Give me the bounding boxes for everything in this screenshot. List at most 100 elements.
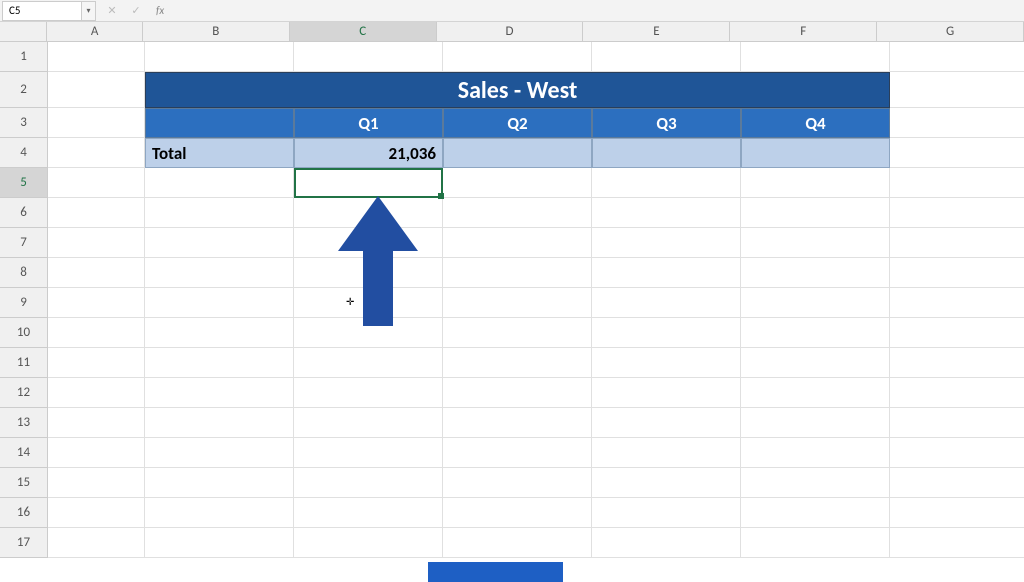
cell-E12[interactable] [592, 378, 741, 408]
cell-G7[interactable] [890, 228, 1024, 258]
fx-icon[interactable]: fx [156, 4, 164, 17]
cell-G17[interactable] [890, 528, 1024, 558]
cell-B3[interactable] [145, 108, 294, 138]
cell-A11[interactable] [48, 348, 145, 378]
row-header-13[interactable]: 13 [0, 408, 48, 438]
col-header-G[interactable]: G [877, 22, 1024, 42]
col-header-C[interactable]: C [290, 22, 437, 42]
cell-A12[interactable] [48, 378, 145, 408]
cell-B8[interactable] [145, 258, 294, 288]
cell-C1[interactable] [294, 42, 443, 72]
cell-F12[interactable] [741, 378, 890, 408]
cell-F8[interactable] [741, 258, 890, 288]
row-header-11[interactable]: 11 [0, 348, 48, 378]
cell-B13[interactable] [145, 408, 294, 438]
cell-A17[interactable] [48, 528, 145, 558]
cell-C6[interactable] [294, 198, 443, 228]
cell-B14[interactable] [145, 438, 294, 468]
cell-G9[interactable] [890, 288, 1024, 318]
cell-G8[interactable] [890, 258, 1024, 288]
q1-header[interactable]: Q1 [294, 108, 443, 138]
cell-D1[interactable] [443, 42, 592, 72]
cell-C16[interactable] [294, 498, 443, 528]
row-header-6[interactable]: 6 [0, 198, 48, 228]
cell-B9[interactable] [145, 288, 294, 318]
cell-A9[interactable] [48, 288, 145, 318]
cell-F15[interactable] [741, 468, 890, 498]
row-header-2[interactable]: 2 [0, 72, 48, 108]
cell-D15[interactable] [443, 468, 592, 498]
row-header-1[interactable]: 1 [0, 42, 48, 72]
cell-D7[interactable] [443, 228, 592, 258]
cell-C7[interactable] [294, 228, 443, 258]
q2-header[interactable]: Q2 [443, 108, 592, 138]
row-header-3[interactable]: 3 [0, 108, 48, 138]
cell-G16[interactable] [890, 498, 1024, 528]
col-header-B[interactable]: B [143, 22, 290, 42]
cell-G2[interactable] [890, 72, 1024, 108]
cell-E14[interactable] [592, 438, 741, 468]
cell-A5[interactable] [48, 168, 145, 198]
cell-E8[interactable] [592, 258, 741, 288]
q4-header[interactable]: Q4 [741, 108, 890, 138]
cell-C8[interactable] [294, 258, 443, 288]
cell-D14[interactable] [443, 438, 592, 468]
cell-E6[interactable] [592, 198, 741, 228]
total-label[interactable]: Total [145, 138, 294, 168]
cell-E15[interactable] [592, 468, 741, 498]
cell-F17[interactable] [741, 528, 890, 558]
cell-B17[interactable] [145, 528, 294, 558]
row-header-15[interactable]: 15 [0, 468, 48, 498]
cell-E13[interactable] [592, 408, 741, 438]
cell-F14[interactable] [741, 438, 890, 468]
cell-E1[interactable] [592, 42, 741, 72]
row-header-10[interactable]: 10 [0, 318, 48, 348]
cell-G3[interactable] [890, 108, 1024, 138]
row-header-4[interactable]: 4 [0, 138, 48, 168]
cell-D6[interactable] [443, 198, 592, 228]
cell-B5[interactable] [145, 168, 294, 198]
cell-A15[interactable] [48, 468, 145, 498]
cell-C10[interactable] [294, 318, 443, 348]
total-q1-value[interactable]: 21,036 [294, 138, 443, 168]
cell-F16[interactable] [741, 498, 890, 528]
col-header-F[interactable]: F [730, 22, 877, 42]
cell-A1[interactable] [48, 42, 145, 72]
cell-B6[interactable] [145, 198, 294, 228]
cell-A16[interactable] [48, 498, 145, 528]
row-header-14[interactable]: 14 [0, 438, 48, 468]
cell-B10[interactable] [145, 318, 294, 348]
cell-A3[interactable] [48, 108, 145, 138]
cell-C14[interactable] [294, 438, 443, 468]
cell-E7[interactable] [592, 228, 741, 258]
cell-G4[interactable] [890, 138, 1024, 168]
cell-A2[interactable] [48, 72, 145, 108]
cell-B15[interactable] [145, 468, 294, 498]
col-header-D[interactable]: D [437, 22, 584, 42]
cell-G6[interactable] [890, 198, 1024, 228]
row-header-12[interactable]: 12 [0, 378, 48, 408]
cell-C5[interactable] [294, 168, 443, 198]
cell-G5[interactable] [890, 168, 1024, 198]
cell-F5[interactable] [741, 168, 890, 198]
cell-D10[interactable] [443, 318, 592, 348]
total-q4-value[interactable] [741, 138, 890, 168]
cell-F10[interactable] [741, 318, 890, 348]
table-title[interactable]: Sales - West [145, 72, 890, 108]
cell-A7[interactable] [48, 228, 145, 258]
cell-G1[interactable] [890, 42, 1024, 72]
cell-G10[interactable] [890, 318, 1024, 348]
row-header-7[interactable]: 7 [0, 228, 48, 258]
cell-G12[interactable] [890, 378, 1024, 408]
cell-A10[interactable] [48, 318, 145, 348]
cell-C17[interactable] [294, 528, 443, 558]
cell-G15[interactable] [890, 468, 1024, 498]
cell-E10[interactable] [592, 318, 741, 348]
total-q3-value[interactable] [592, 138, 741, 168]
cell-F6[interactable] [741, 198, 890, 228]
cell-A4[interactable] [48, 138, 145, 168]
row-header-17[interactable]: 17 [0, 528, 48, 558]
row-header-5[interactable]: 5 [0, 168, 48, 198]
cell-G11[interactable] [890, 348, 1024, 378]
q3-header[interactable]: Q3 [592, 108, 741, 138]
